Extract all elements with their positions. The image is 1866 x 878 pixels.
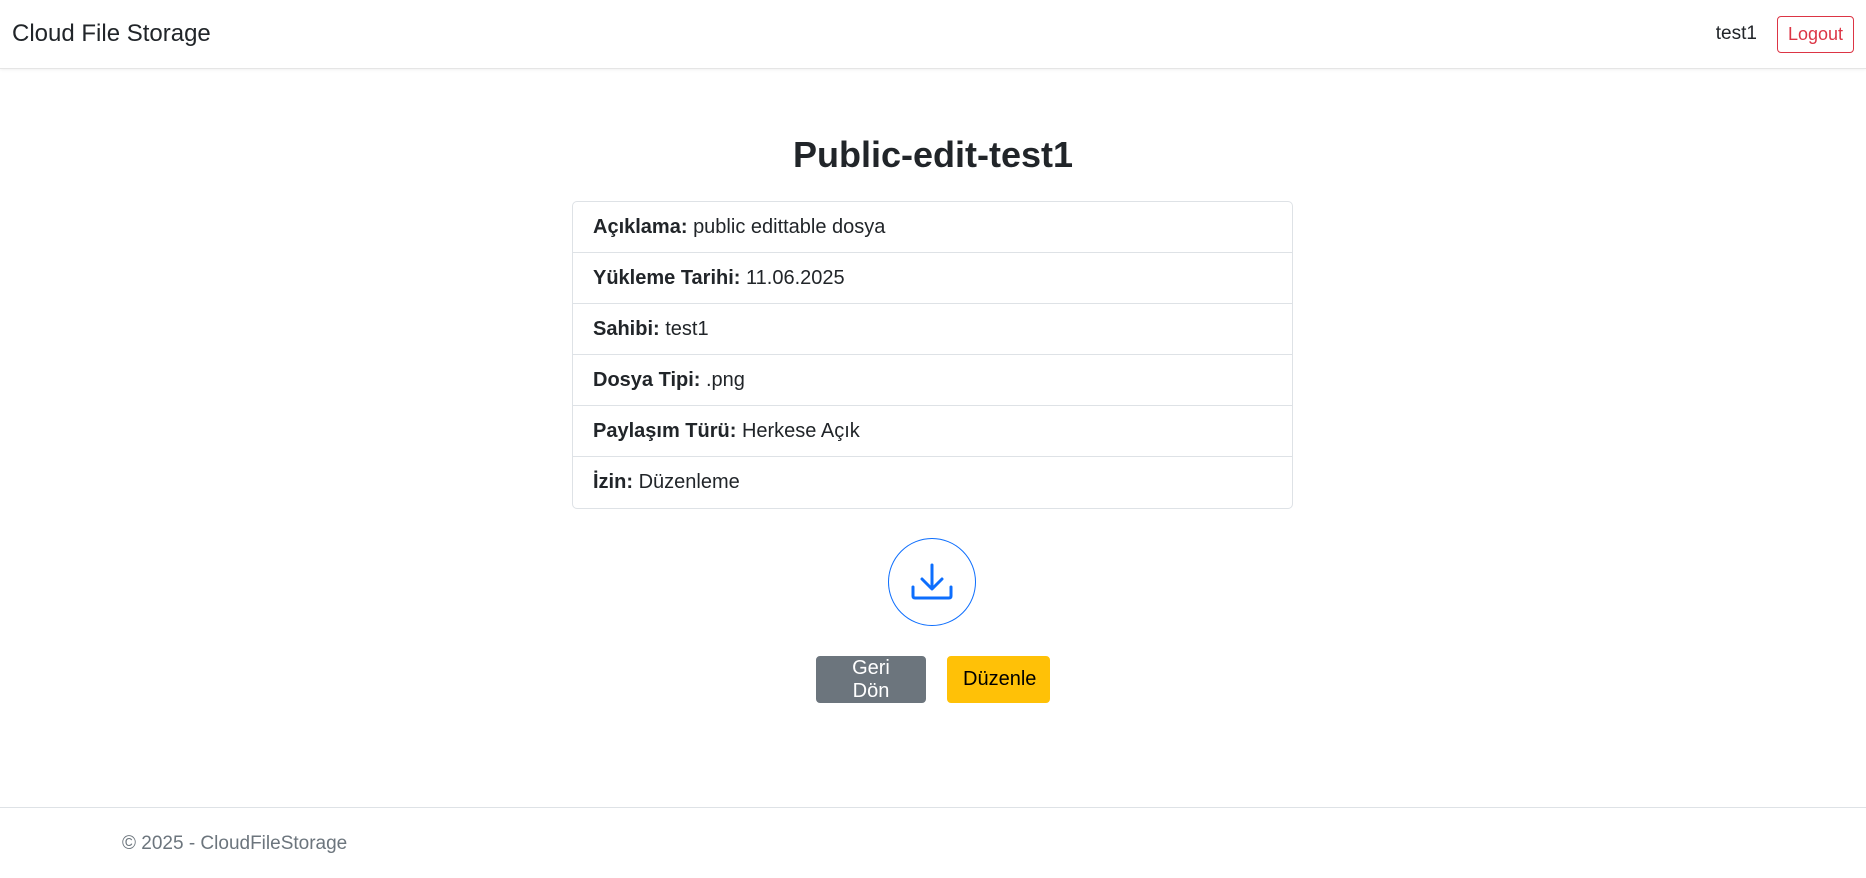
detail-value: .png — [706, 369, 745, 391]
detail-item-permission: İzin: Düzenleme — [573, 457, 1292, 508]
detail-item-owner: Sahibi: test1 — [573, 304, 1292, 355]
detail-label: Paylaşım Türü: — [593, 420, 737, 442]
detail-value: 11.06.2025 — [746, 267, 845, 289]
detail-value: public edittable dosya — [693, 216, 886, 238]
back-button[interactable]: Geri Dön — [816, 656, 926, 703]
detail-label: Açıklama: — [593, 216, 688, 238]
username-label: test1 — [1715, 23, 1757, 44]
detail-value: Düzenleme — [638, 471, 740, 493]
detail-value: Herkese Açık — [741, 420, 860, 442]
detail-label: Sahibi: — [593, 318, 660, 340]
navbar: Cloud File Storage test1 Logout — [0, 0, 1866, 69]
file-details-list: Açıklama: public edittable dosya Yükleme… — [572, 201, 1293, 509]
logout-button[interactable]: Logout — [1776, 15, 1854, 53]
detail-item-upload-date: Yükleme Tarihi: 11.06.2025 — [573, 253, 1292, 304]
download-button[interactable] — [888, 538, 976, 626]
main-content: Public-edit-test1 Açıklama: public editt… — [0, 69, 1866, 703]
action-buttons: Geri Dön Düzenle — [0, 656, 1866, 703]
page-title: Public-edit-test1 — [792, 134, 1074, 175]
detail-label: İzin: — [593, 471, 633, 493]
download-icon — [911, 563, 953, 600]
detail-item-share-type: Paylaşım Türü: Herkese Açık — [573, 406, 1292, 457]
footer: © 2025 - CloudFileStorage — [0, 807, 1866, 878]
footer-copyright: © 2025 - CloudFileStorage — [122, 833, 348, 854]
nav-user-area: test1 Logout — [1715, 15, 1854, 53]
detail-item-file-type: Dosya Tipi: .png — [573, 355, 1292, 406]
detail-label: Dosya Tipi: — [593, 369, 701, 391]
detail-item-description: Açıklama: public edittable dosya — [573, 202, 1292, 253]
detail-label: Yükleme Tarihi: — [593, 267, 741, 289]
edit-button[interactable]: Düzenle — [947, 656, 1050, 703]
brand-link[interactable]: Cloud File Storage — [12, 20, 211, 48]
detail-value: test1 — [665, 318, 709, 340]
